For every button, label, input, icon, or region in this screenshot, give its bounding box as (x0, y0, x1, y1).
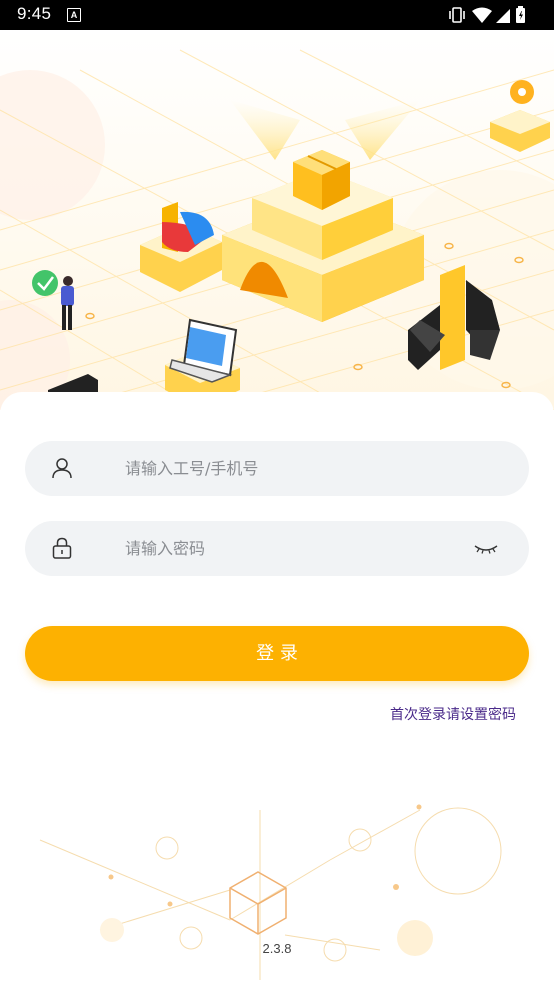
status-icons (449, 6, 525, 23)
vibrate-icon (449, 7, 465, 23)
status-bar: 9:45 A (0, 0, 554, 30)
notification-a-icon: A (67, 8, 81, 22)
username-field[interactable]: 请输入工号/手机号 (25, 441, 529, 496)
battery-icon (516, 6, 525, 23)
password-placeholder: 请输入密码 (125, 539, 206, 558)
lock-icon (52, 537, 72, 559)
user-icon (52, 458, 72, 479)
wifi-icon (472, 7, 492, 23)
eye-closed-icon[interactable] (473, 539, 499, 557)
first-login-set-password-link[interactable]: 首次登录请设置密码 (390, 704, 516, 724)
password-field[interactable]: 请输入密码 (25, 521, 529, 576)
username-placeholder: 请输入工号/手机号 (125, 459, 259, 478)
status-time: 9:45 (17, 4, 52, 23)
version-label: 2.3.8 (262, 941, 292, 956)
login-button[interactable]: 登 录 (25, 626, 529, 681)
hero-illustration (0, 30, 554, 410)
signal-icon (496, 9, 510, 23)
